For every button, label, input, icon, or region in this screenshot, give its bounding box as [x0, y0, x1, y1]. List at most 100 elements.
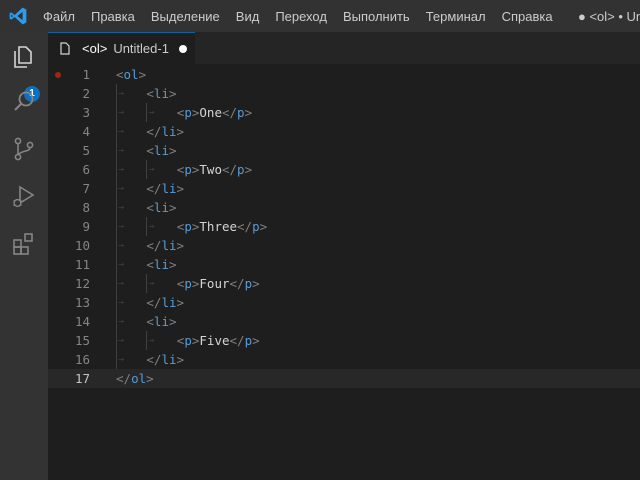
line-number: 15 — [74, 333, 90, 348]
whitespace-tab-icon: → — [118, 354, 125, 365]
code-text: </li> — [146, 181, 185, 196]
code-line[interactable]: 6 → → <p>Two</p> — [48, 160, 640, 179]
title-bar: Файл Правка Выделение Вид Переход Выполн… — [0, 0, 640, 32]
code-line[interactable]: 2 → <li> — [48, 84, 640, 103]
indent-guide — [116, 160, 117, 179]
code-text: </ol> — [116, 371, 154, 386]
line-number: 2 — [82, 86, 90, 101]
code-line[interactable]: 11 → <li> — [48, 255, 640, 274]
line-number: 9 — [82, 219, 90, 234]
whitespace-tab-icon: → — [118, 145, 125, 156]
menu-run[interactable]: Выполнить — [343, 9, 410, 24]
menu-selection[interactable]: Выделение — [151, 9, 220, 24]
code-line[interactable]: 13 → </li> — [48, 293, 640, 312]
code-line[interactable]: 7 → </li> — [48, 179, 640, 198]
whitespace-tab-icon: → — [118, 183, 125, 194]
indent-guide — [116, 198, 117, 217]
whitespace-tab-icon: → — [148, 107, 155, 118]
menu-view[interactable]: Вид — [236, 9, 260, 24]
code-text: </li> — [146, 238, 185, 253]
vscode-logo-icon[interactable] — [8, 6, 28, 26]
whitespace-tab-icon: → — [118, 316, 125, 327]
indent-guide — [146, 217, 148, 236]
tab-name-label: Untitled-1 — [113, 41, 169, 56]
whitespace-tab-icon: → — [148, 221, 155, 232]
whitespace-tab-icon: → — [118, 107, 125, 118]
whitespace-tab-icon: → — [118, 202, 125, 213]
tab-untitled-1[interactable]: <ol> Untitled-1 — [48, 32, 195, 64]
menu-terminal[interactable]: Терминал — [426, 9, 486, 24]
line-number: 7 — [82, 181, 90, 196]
line-number: 4 — [82, 124, 90, 139]
line-number: 11 — [74, 257, 90, 272]
indent-guide — [116, 141, 117, 160]
menu-file[interactable]: Файл — [43, 9, 75, 24]
indent-guide — [116, 217, 117, 236]
code-text: <li> — [146, 86, 177, 101]
indent-guide — [116, 274, 117, 293]
code-line[interactable]: 14 → <li> — [48, 312, 640, 331]
code-line[interactable]: 17 </ol> — [48, 369, 640, 388]
code-line[interactable]: 16 → </li> — [48, 350, 640, 369]
indent-guide — [116, 350, 117, 369]
menu-bar: Файл Правка Выделение Вид Переход Выполн… — [43, 0, 569, 32]
code-line[interactable]: 5 → <li> — [48, 141, 640, 160]
window-title: ● <ol> • Un — [578, 9, 640, 24]
menu-help[interactable]: Справка — [502, 9, 553, 24]
line-number: 13 — [74, 295, 90, 310]
indent-guide — [116, 331, 117, 350]
line-number: 3 — [82, 105, 90, 120]
indent-guide — [116, 255, 117, 274]
whitespace-tab-icon: → — [148, 278, 155, 289]
code-text: </li> — [146, 124, 185, 139]
whitespace-tab-icon: → — [118, 221, 125, 232]
code-line[interactable]: 12 → → <p>Four</p> — [48, 274, 640, 293]
whitespace-tab-icon: → — [118, 335, 125, 346]
indent-guide — [146, 331, 148, 350]
menu-go[interactable]: Переход — [275, 9, 327, 24]
code-text: <p>Four</p> — [176, 276, 260, 291]
code-text: <ol> — [116, 67, 147, 82]
line-number: 1 — [82, 67, 90, 82]
line-number: 16 — [74, 352, 90, 367]
line-number: 10 — [74, 238, 90, 253]
extensions-icon[interactable] — [10, 230, 38, 258]
run-debug-icon[interactable] — [10, 182, 38, 210]
file-icon — [60, 42, 70, 55]
unsaved-dot-icon[interactable] — [178, 44, 187, 53]
indent-guide — [116, 84, 117, 103]
code-line[interactable]: 10 → </li> — [48, 236, 640, 255]
explorer-files-icon[interactable] — [10, 42, 38, 70]
code-line[interactable]: 1 <ol> — [48, 65, 640, 84]
code-line[interactable]: 9 → → <p>Three</p> — [48, 217, 640, 236]
indent-guide — [116, 103, 117, 122]
indent-guide — [146, 160, 148, 179]
tab-bar: <ol> Untitled-1 — [48, 32, 640, 64]
code-text: <p>Five</p> — [176, 333, 260, 348]
code-text: <li> — [146, 143, 177, 158]
indent-guide — [116, 236, 117, 255]
code-text: <li> — [146, 257, 177, 272]
code-line[interactable]: 15 → → <p>Five</p> — [48, 331, 640, 350]
code-editor[interactable]: 1 <ol> 2 → <li> 3 → → <p>One</p> 4 → </li> 5 → <li> 6 → →… — [48, 64, 640, 480]
source-control-icon[interactable] — [10, 135, 38, 163]
code-line[interactable]: 4 → </li> — [48, 122, 640, 141]
code-text: <p>Three</p> — [176, 219, 268, 234]
tab-tag-label: <ol> — [82, 41, 108, 56]
whitespace-tab-icon: → — [148, 335, 155, 346]
line-number: 17 — [74, 371, 90, 386]
whitespace-tab-icon: → — [118, 88, 125, 99]
indent-guide — [116, 293, 117, 312]
indent-guide — [146, 103, 148, 122]
menu-edit[interactable]: Правка — [91, 9, 135, 24]
search-icon[interactable] — [10, 88, 38, 116]
line-number: 12 — [74, 276, 90, 291]
code-text: </li> — [146, 352, 185, 367]
whitespace-tab-icon: → — [148, 164, 155, 175]
code-line[interactable]: 8 → <li> — [48, 198, 640, 217]
indent-guide — [116, 122, 117, 141]
line-number: 14 — [74, 314, 90, 329]
line-number: 5 — [82, 143, 90, 158]
whitespace-tab-icon: → — [118, 259, 125, 270]
code-line[interactable]: 3 → → <p>One</p> — [48, 103, 640, 122]
